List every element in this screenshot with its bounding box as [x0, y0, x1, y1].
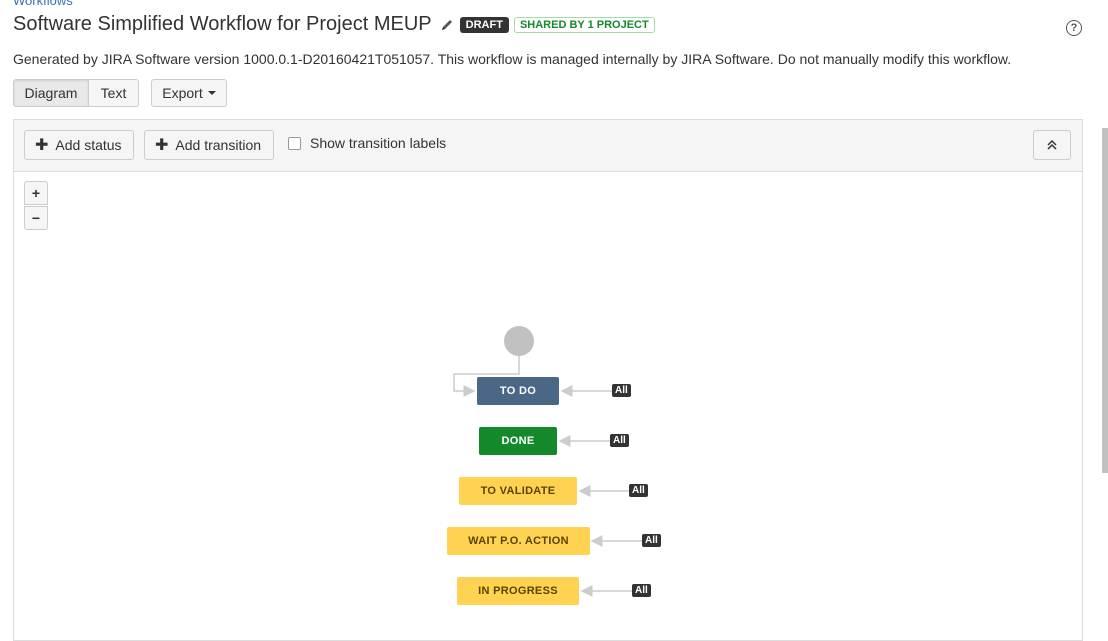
page-scrollbar[interactable] — [1102, 128, 1108, 473]
status-to-validate[interactable]: TO VALIDATE — [459, 477, 577, 505]
pencil-icon[interactable] — [440, 18, 454, 32]
plus-icon: ✚ — [155, 137, 169, 154]
shared-badge[interactable]: SHARED BY 1 PROJECT — [513, 16, 655, 33]
tab-diagram[interactable]: Diagram — [13, 79, 89, 107]
status-done[interactable]: DONE — [479, 427, 557, 455]
workflow-designer: ✚ Add status ✚ Add transition Show trans… — [13, 119, 1083, 641]
export-label: Export — [162, 85, 203, 101]
draft-badge: DRAFT — [459, 16, 509, 33]
add-transition-label: Add transition — [175, 137, 262, 153]
show-transition-labels[interactable]: Show transition labels — [288, 135, 446, 151]
add-transition-button[interactable]: ✚ Add transition — [144, 130, 274, 160]
zoom-in-button[interactable]: + — [24, 181, 48, 205]
tab-text[interactable]: Text — [89, 79, 139, 107]
all-transition-badge[interactable]: All — [629, 484, 648, 497]
add-status-button[interactable]: ✚ Add status — [24, 130, 134, 160]
show-labels-label: Show transition labels — [310, 135, 447, 151]
breadcrumb[interactable]: Workflows — [13, 0, 73, 8]
view-toggle: Diagram Text — [13, 79, 139, 107]
workflow-description: Generated by JIRA Software version 1000.… — [13, 51, 1012, 67]
plus-icon: ✚ — [35, 137, 49, 154]
zoom-out-button[interactable]: − — [24, 206, 48, 230]
all-transition-badge[interactable]: All — [642, 534, 661, 547]
designer-toolbar: ✚ Add status ✚ Add transition Show trans… — [14, 120, 1082, 172]
double-chevron-up-icon — [1047, 139, 1057, 150]
export-button[interactable]: Export — [151, 79, 227, 107]
show-labels-checkbox[interactable] — [288, 136, 301, 150]
add-status-label: Add status — [55, 137, 122, 153]
page-title: Software Simplified Workflow for Project… — [13, 13, 432, 35]
all-transition-badge[interactable]: All — [612, 384, 631, 397]
help-icon[interactable]: ? — [1066, 20, 1082, 36]
status-in-progress[interactable]: IN PROGRESS — [457, 577, 579, 605]
status-to-do[interactable]: TO DO — [477, 377, 559, 405]
initial-node — [504, 326, 534, 356]
all-transition-badge[interactable]: All — [632, 584, 651, 597]
all-transition-badge[interactable]: All — [610, 434, 629, 447]
status-wait-po-action[interactable]: WAIT P.O. ACTION — [447, 527, 590, 555]
collapse-button[interactable] — [1033, 130, 1071, 160]
chevron-down-icon — [207, 91, 216, 95]
